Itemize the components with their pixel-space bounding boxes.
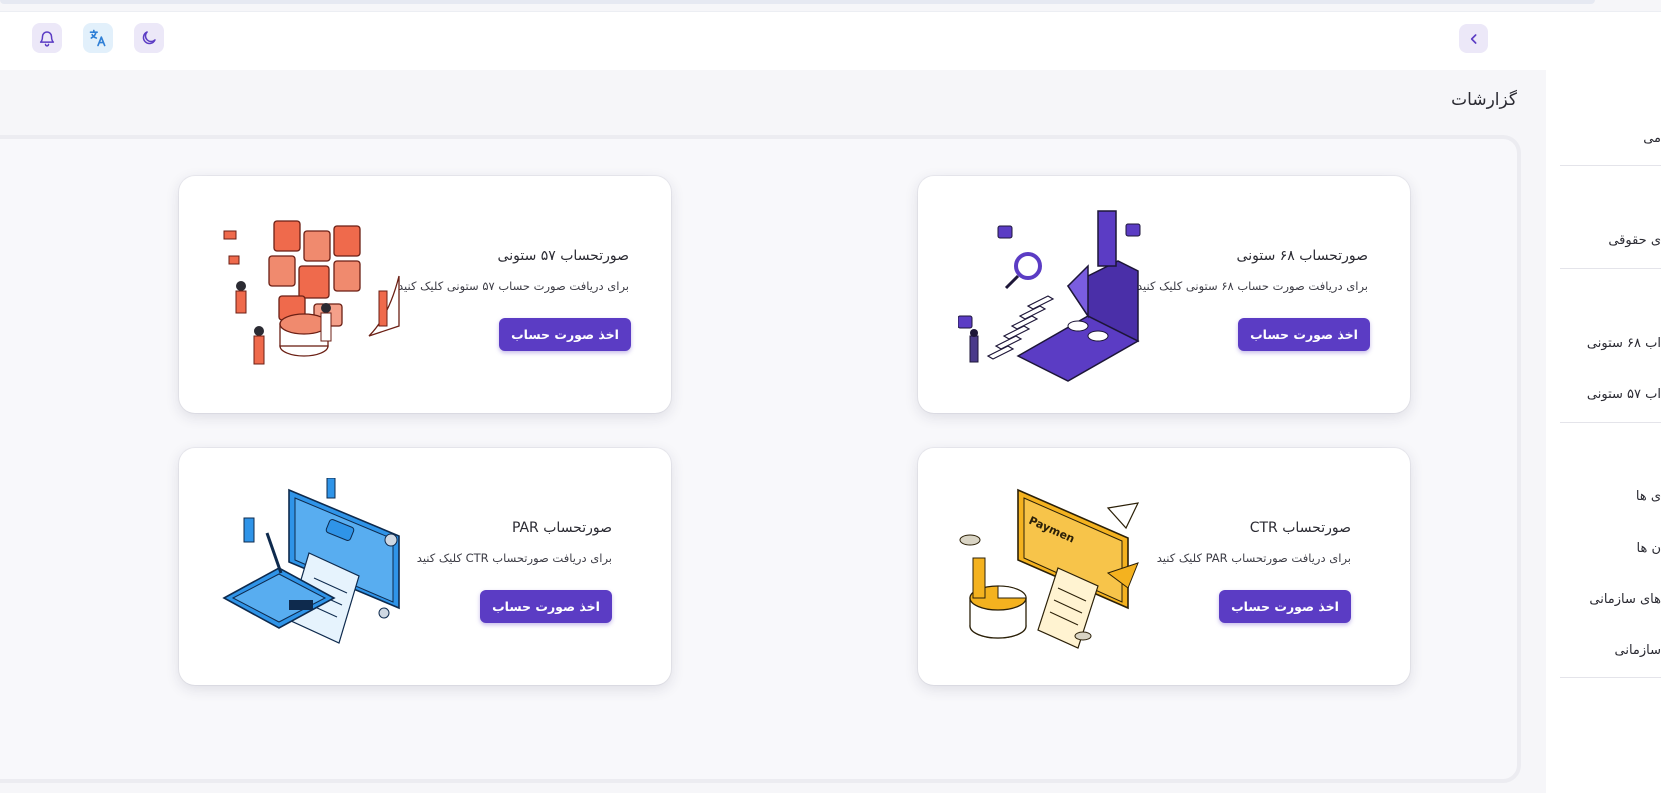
sidebar-item-invoice-68[interactable]: اب ۶۸ ستونی bbox=[1587, 336, 1661, 351]
sidebar-item-4[interactable]: ی ها bbox=[1636, 489, 1661, 504]
get-invoice-button[interactable]: اخذ صورت حساب bbox=[499, 318, 631, 351]
card-description: برای دریافت صورت حساب ۵۷ ستونی کلیک کنید… bbox=[394, 279, 629, 293]
sidebar-item-legal[interactable]: ی حقوقی bbox=[1608, 233, 1661, 248]
language-button[interactable] bbox=[83, 23, 113, 53]
sidebar-item-invoice-57[interactable]: اب ۵۷ ستونی bbox=[1587, 387, 1661, 402]
card-title: صورتحساب ۵۷ ستونی bbox=[497, 248, 629, 264]
sidebar-divider bbox=[1560, 677, 1661, 678]
card-description: برای دریافت صورتحساب CTR کلیک کنید bbox=[416, 551, 612, 565]
isometric-screens-illustration bbox=[219, 206, 419, 396]
report-card-par: صورتحساب PAR برای دریافت صورتحساب CTR کل… bbox=[179, 448, 671, 685]
sidebar-item-general[interactable]: می bbox=[1643, 131, 1661, 146]
sidebar-divider bbox=[1560, 165, 1661, 166]
report-card-invoice-57: صورتحساب ۵۷ ستونی برای دریافت صورت حساب … bbox=[179, 176, 671, 413]
card-title: صورتحساب CTR bbox=[1249, 520, 1351, 536]
sidebar-toggle-button[interactable] bbox=[1459, 24, 1488, 53]
get-invoice-button[interactable]: اخذ صورت حساب bbox=[1238, 318, 1370, 351]
bell-icon bbox=[38, 29, 56, 47]
sidebar-divider bbox=[1560, 268, 1661, 269]
page-title: گزارشات bbox=[1451, 90, 1517, 110]
top-bar bbox=[0, 12, 1546, 70]
card-description: برای دریافت صورت حساب ۶۸ ستونی کلیک کنید… bbox=[1133, 279, 1368, 293]
sidebar-item-org-units[interactable]: های سازمانی bbox=[1589, 592, 1661, 607]
report-card-invoice-68: صورتحساب ۶۸ ستونی برای دریافت صورت حساب … bbox=[918, 176, 1410, 413]
translate-icon bbox=[88, 28, 108, 48]
get-invoice-button[interactable]: اخذ صورت حساب bbox=[1219, 590, 1351, 623]
card-title: صورتحساب ۶۸ ستونی bbox=[1236, 248, 1368, 264]
moon-icon bbox=[140, 29, 158, 47]
sidebar: می ی حقوقی اب ۶۸ ستونی اب ۵۷ ستونی ی ها … bbox=[1546, 12, 1661, 793]
isometric-stairs-illustration bbox=[957, 206, 1158, 396]
report-card-ctr: صورتحساب CTR برای دریافت صورتحساب PAR کل… bbox=[918, 448, 1410, 685]
get-invoice-button[interactable]: اخذ صورت حساب bbox=[480, 590, 612, 623]
theme-toggle-button[interactable] bbox=[134, 23, 164, 53]
notifications-button[interactable] bbox=[32, 23, 62, 53]
chevron-left-icon bbox=[1466, 31, 1482, 47]
card-title: صورتحساب PAR bbox=[511, 520, 612, 536]
browser-top-strip bbox=[0, 0, 1595, 4]
card-description: برای دریافت صورتحساب PAR کلیک کنید bbox=[1156, 551, 1351, 565]
isometric-phone-payment-illustration bbox=[219, 477, 419, 668]
sidebar-divider bbox=[1560, 422, 1661, 423]
sidebar-item-5[interactable]: ن ها bbox=[1637, 541, 1661, 556]
isometric-payment-monitor-illustration: Paymen bbox=[958, 478, 1158, 668]
sidebar-item-org[interactable]: سازمانی bbox=[1614, 643, 1661, 658]
